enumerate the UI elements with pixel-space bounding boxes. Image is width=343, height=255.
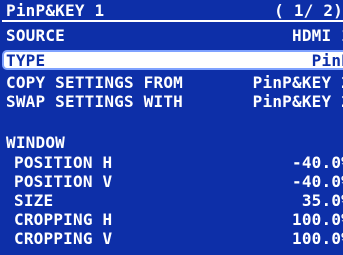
menu-item-source[interactable]: SOURCE HDMI 1 — [0, 27, 343, 44]
menu-item-copy-settings[interactable]: COPY SETTINGS FROM PinP&KEY 2 — [0, 74, 343, 91]
size-value: 35.0% — [301, 191, 343, 210]
position-h-label: POSITION H — [14, 153, 113, 172]
cropping-h-label: CROPPING H — [14, 210, 113, 229]
copy-settings-value: PinP&KEY 2 — [252, 73, 343, 92]
type-value: PinP — [311, 51, 343, 70]
menu-item-position-h[interactable]: POSITION H -40.0% — [0, 154, 343, 171]
swap-settings-value: PinP&KEY 2 — [252, 92, 343, 111]
position-v-label: POSITION V — [14, 172, 113, 191]
size-label: SIZE — [14, 191, 54, 210]
position-v-value: -40.0% — [292, 172, 343, 191]
menu-item-size[interactable]: SIZE 35.0% — [0, 192, 343, 209]
window-section-heading: WINDOW — [0, 134, 343, 151]
cropping-v-label: CROPPING V — [14, 229, 113, 248]
source-value: HDMI 1 — [292, 26, 343, 45]
cropping-v-value: 100.0% — [292, 229, 343, 248]
page-indicator: ( 1/ 2) — [274, 1, 343, 20]
type-label: TYPE — [6, 51, 46, 70]
menu-item-cropping-h[interactable]: CROPPING H 100.0% — [0, 211, 343, 228]
menu-item-type[interactable]: TYPE PinP — [0, 52, 343, 69]
menu-item-swap-settings[interactable]: SWAP SETTINGS WITH PinP&KEY 2 — [0, 93, 343, 110]
menu-header: PinP&KEY 1 ( 1/ 2) — [0, 2, 343, 19]
header-divider — [2, 20, 343, 22]
cropping-h-value: 100.0% — [292, 210, 343, 229]
swap-settings-label: SWAP SETTINGS WITH — [6, 92, 183, 111]
menu-item-position-v[interactable]: POSITION V -40.0% — [0, 173, 343, 190]
menu-item-cropping-v[interactable]: CROPPING V 100.0% — [0, 230, 343, 247]
window-heading: WINDOW — [6, 133, 65, 152]
menu-screen: PinP&KEY 1 ( 1/ 2) SOURCE HDMI 1 TYPE Pi… — [0, 0, 343, 255]
position-h-value: -40.0% — [292, 153, 343, 172]
source-label: SOURCE — [6, 26, 65, 45]
copy-settings-label: COPY SETTINGS FROM — [6, 73, 183, 92]
menu-title: PinP&KEY 1 — [6, 1, 105, 20]
